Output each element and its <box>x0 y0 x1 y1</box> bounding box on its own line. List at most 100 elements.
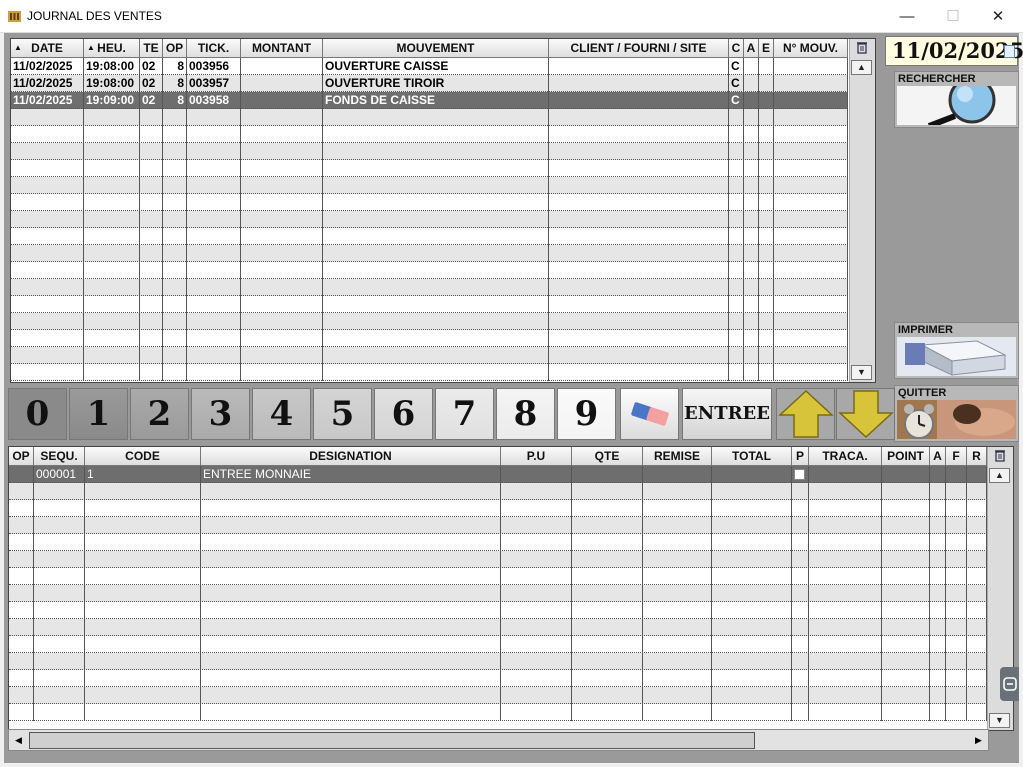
detail-col-header[interactable]: DESIGNATION <box>201 447 501 466</box>
print-button[interactable]: IMPRIMER <box>894 322 1019 379</box>
detail-row[interactable] <box>9 619 987 636</box>
detail-scroll-top-icon[interactable] <box>989 449 1010 464</box>
journal-row[interactable] <box>11 262 848 279</box>
search-button[interactable]: RECHERCHER <box>894 71 1019 128</box>
detail-row[interactable] <box>9 636 987 653</box>
close-button[interactable]: ✕ <box>975 4 1021 30</box>
scroll-right-arrow-icon[interactable]: ▶ <box>971 733 986 748</box>
side-panel-tab[interactable] <box>1000 667 1019 701</box>
detail-cell <box>946 466 967 483</box>
journal-col-header[interactable]: MOUVEMENT <box>323 39 549 58</box>
journal-row[interactable] <box>11 364 848 381</box>
journal-col-header[interactable]: C <box>729 39 744 58</box>
detail-row[interactable] <box>9 551 987 568</box>
digit-key-9[interactable]: 9 <box>557 388 616 440</box>
journal-row[interactable]: 11/02/2025 19:09:00 02 8 003958 FONDS DE CAIS… <box>11 92 848 109</box>
detail-col-header[interactable]: REMISE <box>643 447 712 466</box>
detail-col-header[interactable]: QTE <box>572 447 643 466</box>
scroll-thumb[interactable] <box>29 732 755 749</box>
digit-key-0[interactable]: 0 <box>8 388 67 440</box>
arrow-down-button[interactable] <box>836 388 895 440</box>
journal-col-header[interactable]: OP <box>163 39 187 58</box>
journal-col-header[interactable]: E <box>759 39 774 58</box>
journal-col-header[interactable]: CLIENT / FOURNI / SITE <box>549 39 729 58</box>
detail-row[interactable] <box>9 568 987 585</box>
detail-col-header[interactable]: OP <box>9 447 34 466</box>
scroll-down-arrow-icon[interactable]: ▼ <box>851 365 872 380</box>
scroll-left-arrow-icon[interactable]: ◀ <box>11 733 26 748</box>
detail-row[interactable] <box>9 670 987 687</box>
digit-key-6[interactable]: 6 <box>374 388 433 440</box>
entree-button[interactable]: ENTREE <box>682 388 772 440</box>
journal-row[interactable] <box>11 211 848 228</box>
journal-col-header[interactable]: TE <box>140 39 163 58</box>
detail-cell <box>572 534 643 551</box>
detail-col-header[interactable]: P <box>792 447 809 466</box>
digit-key-1[interactable]: 1 <box>69 388 128 440</box>
detail-col-header[interactable]: F <box>946 447 967 466</box>
detail-scroll-down-arrow-icon[interactable]: ▼ <box>989 713 1010 728</box>
detail-grid[interactable]: OP SEQU. CODE DESIGNATION P.U QTE REMISE TOTAL P… <box>8 446 1014 731</box>
journal-row[interactable]: 11/02/2025 19:08:00 02 8 003956 OUVERTURE CAI… <box>11 58 848 75</box>
digit-key-3[interactable]: 3 <box>191 388 250 440</box>
detail-row[interactable] <box>9 653 987 670</box>
detail-col-header[interactable]: SEQU. <box>34 447 85 466</box>
detail-col-header[interactable]: POINT <box>882 447 930 466</box>
journal-row[interactable] <box>11 160 848 177</box>
maximize-button[interactable]: ☐ <box>930 4 976 30</box>
detail-col-header[interactable]: A <box>930 447 946 466</box>
detail-row[interactable] <box>9 687 987 704</box>
detail-col-header[interactable]: CODE <box>85 447 201 466</box>
journal-col-header[interactable]: N° MOUV. <box>774 39 848 58</box>
journal-col-header[interactable]: A <box>744 39 759 58</box>
journal-row[interactable] <box>11 245 848 262</box>
calendar-icon[interactable] <box>1004 45 1015 58</box>
digit-key-4[interactable]: 4 <box>252 388 311 440</box>
journal-row[interactable] <box>11 109 848 126</box>
journal-grid[interactable]: ▲ DATE ▲ HEU. TE OP TICK. MONTANT MOUVEMENT CLIEN… <box>10 38 876 383</box>
journal-row[interactable]: 11/02/2025 19:08:00 02 8 003957 OUVERTURE TIR… <box>11 75 848 92</box>
journal-col-header[interactable]: MONTANT <box>241 39 323 58</box>
date-field[interactable]: 11/02/2025 <box>885 36 1023 66</box>
detail-col-header[interactable]: TOTAL <box>712 447 792 466</box>
detail-col-header[interactable]: TRACA. <box>809 447 882 466</box>
digit-key-2[interactable]: 2 <box>130 388 189 440</box>
journal-row[interactable] <box>11 330 848 347</box>
journal-row[interactable] <box>11 313 848 330</box>
detail-row[interactable]: 000001 1 ENTREE MONNAIE <box>9 466 987 483</box>
eraser-button[interactable] <box>620 388 679 440</box>
journal-row[interactable] <box>11 279 848 296</box>
journal-scrollbar[interactable]: ▲ ▼ <box>849 39 875 382</box>
journal-col-header[interactable]: ▲ HEU. <box>84 39 140 58</box>
p-checkbox[interactable] <box>794 469 805 480</box>
journal-col-header[interactable]: ▲ DATE <box>11 39 84 58</box>
arrow-up-button[interactable] <box>776 388 835 440</box>
journal-row[interactable] <box>11 143 848 160</box>
journal-row[interactable] <box>11 177 848 194</box>
journal-row[interactable] <box>11 126 848 143</box>
detail-scroll-up-arrow-icon[interactable]: ▲ <box>989 468 1010 483</box>
detail-col-header[interactable]: R <box>967 447 987 466</box>
detail-row[interactable] <box>9 534 987 551</box>
digit-key-5[interactable]: 5 <box>313 388 372 440</box>
quit-button[interactable]: QUITTER <box>894 385 1019 442</box>
scroll-top-icon[interactable] <box>851 41 872 56</box>
detail-row[interactable] <box>9 483 987 500</box>
scroll-up-arrow-icon[interactable]: ▲ <box>851 60 872 75</box>
detail-row[interactable] <box>9 602 987 619</box>
journal-col-header-label: C <box>731 41 741 55</box>
journal-row[interactable] <box>11 194 848 211</box>
journal-row[interactable] <box>11 228 848 245</box>
detail-row[interactable] <box>9 585 987 602</box>
detail-row[interactable] <box>9 517 987 534</box>
horizontal-scrollbar[interactable]: ◀ ▶ <box>8 729 989 751</box>
journal-col-header[interactable]: TICK. <box>187 39 241 58</box>
journal-row[interactable] <box>11 347 848 364</box>
detail-col-header[interactable]: P.U <box>501 447 572 466</box>
journal-row[interactable] <box>11 296 848 313</box>
detail-row[interactable] <box>9 500 987 517</box>
digit-key-7[interactable]: 7 <box>435 388 494 440</box>
digit-key-8[interactable]: 8 <box>496 388 555 440</box>
minimize-button[interactable]: — <box>884 4 930 30</box>
detail-row[interactable] <box>9 704 987 721</box>
